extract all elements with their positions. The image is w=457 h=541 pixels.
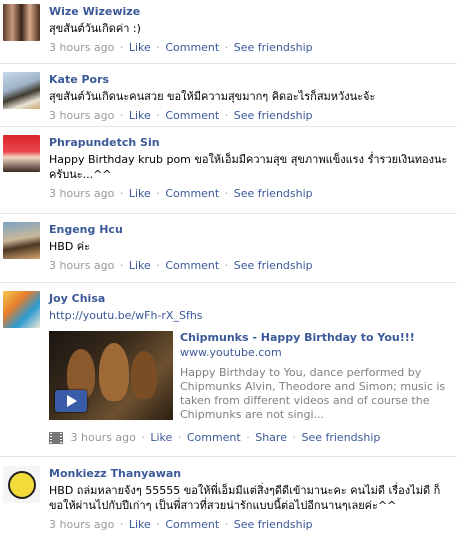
avatar[interactable] — [3, 4, 40, 41]
poster-name[interactable]: Wize Wizewize — [49, 5, 453, 18]
post-time: 3 hours ago — [70, 431, 136, 444]
post-meta: 3 hours ago · Like · Comment · See frien… — [49, 518, 453, 532]
comment-link[interactable]: Comment — [165, 187, 219, 200]
separator: · — [224, 41, 229, 54]
avatar[interactable] — [3, 135, 40, 172]
post-meta: 3 hours ago · Like · Comment · Share · S… — [49, 431, 453, 445]
post-time: 3 hours ago — [49, 109, 115, 122]
post-meta: 3 hours ago · Like · Comment · See frien… — [49, 259, 453, 273]
chipmunk-figure — [99, 343, 129, 401]
see-friendship-link[interactable]: See friendship — [234, 259, 313, 272]
separator: · — [156, 518, 160, 531]
post-message: HBD ถล่มหลายจ้งๆ 55555 ขอให้พี่เอ็มมีแต่… — [49, 484, 441, 512]
wall-post: Engeng Hcu HBD ค่ะ 3 hours ago · Like · … — [0, 214, 457, 283]
post-message: สุขสันต์วันเกิดนะคนสวย ขอให้มีความสุขมาก… — [49, 90, 376, 103]
video-thumbnail[interactable] — [49, 331, 173, 420]
post-message: Happy Birthday krub pom ขอให้เอ็มมีความส… — [49, 153, 448, 181]
separator: · — [246, 431, 250, 444]
post-link[interactable]: http://youtu.be/wFh-rX_Sfhs — [49, 308, 453, 323]
play-icon[interactable] — [55, 390, 87, 412]
chipmunk-figure — [131, 351, 157, 399]
smiley-face — [8, 471, 36, 499]
comment-link[interactable]: Comment — [165, 259, 219, 272]
video-icon — [49, 432, 63, 444]
separator: · — [119, 109, 124, 122]
poster-name[interactable]: Phrapundetch Sin — [49, 136, 453, 149]
see-friendship-link[interactable]: See friendship — [301, 431, 380, 444]
post-time: 3 hours ago — [49, 259, 115, 272]
wall-post: Wize Wizewize สุขสันต์วันเกิดค่า :) 3 ho… — [0, 0, 457, 64]
wall-post: Phrapundetch Sin Happy Birthday krub pom… — [0, 127, 457, 214]
separator: · — [119, 41, 124, 54]
post-time: 3 hours ago — [49, 518, 115, 531]
shared-link-title[interactable]: Chipmunks - Happy Birthday to You!!! — [180, 331, 453, 344]
comment-link[interactable]: Comment — [187, 431, 241, 444]
shared-link-description: Happy Birthday to You, dance performed b… — [180, 366, 446, 421]
post-time: 3 hours ago — [49, 187, 115, 200]
post-time: 3 hours ago — [49, 41, 115, 54]
post-message: HBD ค่ะ — [49, 240, 91, 253]
shared-link-preview: Chipmunks - Happy Birthday to You!!! www… — [49, 331, 453, 422]
separator: · — [224, 109, 229, 122]
wall-feed: Wize Wizewize สุขสันต์วันเกิดค่า :) 3 ho… — [0, 0, 457, 535]
like-link[interactable]: Like — [129, 259, 151, 272]
post-meta: 3 hours ago · Like · Comment · See frien… — [49, 41, 453, 55]
separator: · — [119, 518, 124, 531]
avatar[interactable] — [3, 291, 40, 328]
separator: · — [119, 187, 124, 200]
separator: · — [224, 259, 229, 272]
like-link[interactable]: Like — [129, 518, 151, 531]
avatar[interactable] — [3, 222, 40, 259]
see-friendship-link[interactable]: See friendship — [234, 41, 313, 54]
poster-name[interactable]: Monkiezz Thanyawan — [49, 467, 453, 480]
separator: · — [141, 431, 145, 444]
poster-name[interactable]: Engeng Hcu — [49, 223, 453, 236]
post-meta: 3 hours ago · Like · Comment · See frien… — [49, 187, 453, 201]
comment-link[interactable]: Comment — [165, 109, 219, 122]
see-friendship-link[interactable]: See friendship — [234, 187, 313, 200]
see-friendship-link[interactable]: See friendship — [234, 109, 313, 122]
comment-link[interactable]: Comment — [165, 41, 219, 54]
avatar[interactable] — [3, 72, 40, 109]
post-message: สุขสันต์วันเกิดค่า :) — [49, 22, 141, 35]
separator: · — [156, 41, 160, 54]
separator: · — [224, 187, 229, 200]
like-link[interactable]: Like — [129, 109, 151, 122]
like-link[interactable]: Like — [129, 41, 151, 54]
separator: · — [224, 518, 229, 531]
like-link[interactable]: Like — [129, 187, 151, 200]
wall-post: Kate Pors สุขสันต์วันเกิดนะคนสวย ขอให้มี… — [0, 64, 457, 127]
poster-name[interactable]: Joy Chisa — [49, 292, 453, 305]
separator: · — [156, 109, 160, 122]
separator: · — [292, 431, 296, 444]
separator: · — [156, 187, 160, 200]
shared-link-domain[interactable]: www.youtube.com — [180, 346, 453, 359]
post-meta: 3 hours ago · Like · Comment · See frien… — [49, 109, 453, 123]
comment-link[interactable]: Comment — [165, 518, 219, 531]
poster-name[interactable]: Kate Pors — [49, 73, 453, 86]
separator: · — [156, 259, 160, 272]
wall-post: Joy Chisa http://youtu.be/wFh-rX_Sfhs Ch… — [0, 283, 457, 457]
wall-post: Monkiezz Thanyawan HBD ถล่มหลายจ้งๆ 5555… — [0, 457, 457, 535]
separator: · — [177, 431, 182, 444]
like-link[interactable]: Like — [150, 431, 172, 444]
separator: · — [119, 259, 124, 272]
avatar[interactable] — [3, 466, 40, 503]
share-link[interactable]: Share — [255, 431, 287, 444]
see-friendship-link[interactable]: See friendship — [234, 518, 313, 531]
